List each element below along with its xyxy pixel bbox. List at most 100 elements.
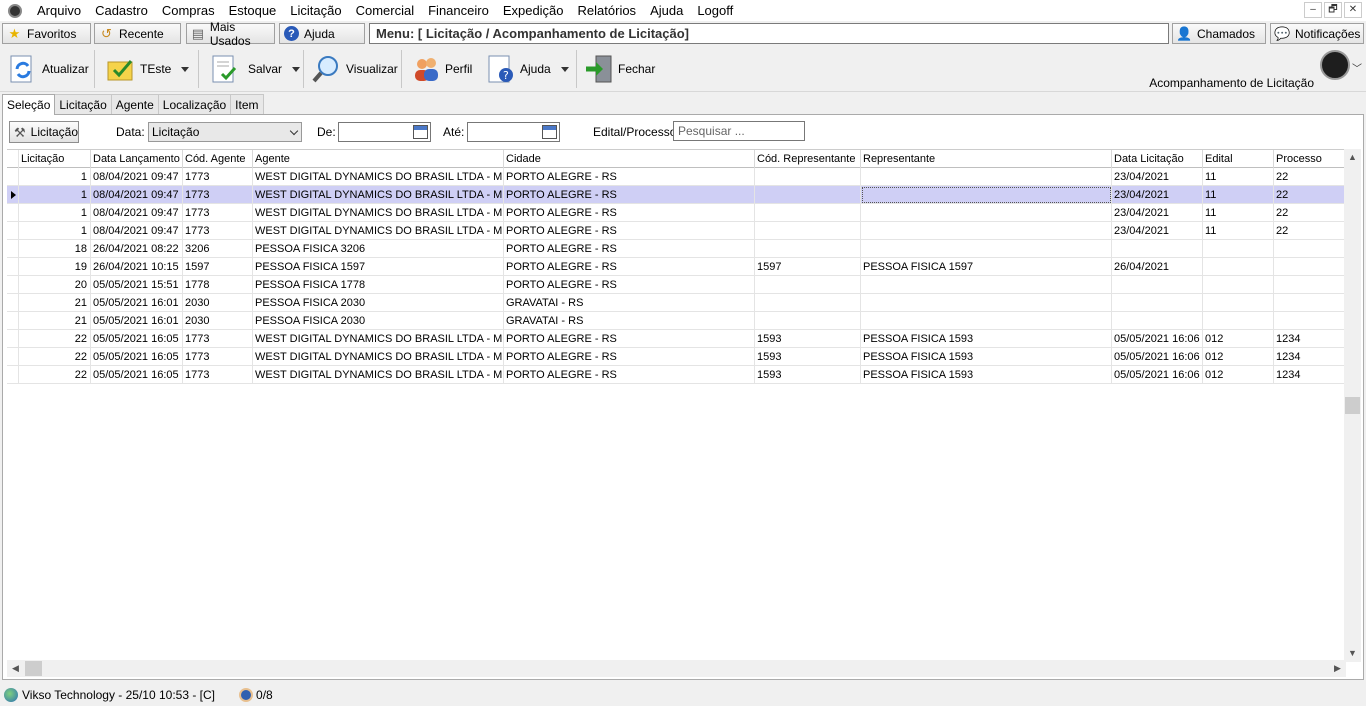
cell-cidade[interactable]: GRAVATAI - RS	[504, 312, 755, 330]
cell-cod-representante[interactable]: 1593	[755, 330, 861, 348]
tab-localizacao[interactable]: Localização	[157, 94, 232, 114]
table-row[interactable]: 18 26/04/2021 08:22 3206 PESSOA FISICA 3206…	[7, 240, 1346, 258]
cell-cod-representante[interactable]	[755, 168, 861, 186]
cell-data-lancamento[interactable]: 08/04/2021 09:47	[91, 204, 183, 222]
cell-edital[interactable]: 012	[1203, 330, 1274, 348]
cell-edital[interactable]: 11	[1203, 186, 1274, 204]
column-header-cod-agente[interactable]: Cód. Agente	[183, 150, 253, 168]
cell-data-licitacao[interactable]	[1112, 312, 1203, 330]
ajuda-toolbar-button[interactable]: ? Ajuda	[486, 50, 569, 88]
table-row[interactable]: 1 08/04/2021 09:47 1773 WEST DIGITAL DYNAMI…	[7, 186, 1346, 204]
cell-licitacao[interactable]: 22	[19, 330, 91, 348]
cell-data-lancamento[interactable]: 08/04/2021 09:47	[91, 186, 183, 204]
calendar-icon[interactable]	[413, 125, 428, 139]
cell-representante[interactable]: PESSOA FISICA 1597	[861, 258, 1112, 276]
cell-edital[interactable]: 012	[1203, 348, 1274, 366]
cell-processo[interactable]: 22	[1274, 222, 1346, 240]
menu-compras[interactable]: Compras	[155, 0, 222, 21]
cell-cod-agente[interactable]: 1773	[183, 330, 253, 348]
ate-date-field[interactable]	[467, 122, 560, 142]
cell-licitacao[interactable]: 22	[19, 348, 91, 366]
cell-agente[interactable]: PESSOA FISICA 1597	[253, 258, 504, 276]
table-row[interactable]: 22 05/05/2021 16:05 1773 WEST DIGITAL DYNAM…	[7, 366, 1346, 384]
minimize-button[interactable]: –	[1304, 2, 1322, 18]
table-row[interactable]: 1 08/04/2021 09:47 1773 WEST DIGITAL DYNAMI…	[7, 222, 1346, 240]
cell-data-lancamento[interactable]: 05/05/2021 16:05	[91, 366, 183, 384]
cell-data-lancamento[interactable]: 08/04/2021 09:47	[91, 222, 183, 240]
cell-data-lancamento[interactable]: 05/05/2021 16:05	[91, 330, 183, 348]
cell-data-licitacao[interactable]: 05/05/2021 16:06	[1112, 330, 1203, 348]
column-header-cidade[interactable]: Cidade	[504, 150, 755, 168]
perfil-button[interactable]: Perfil	[411, 50, 472, 88]
cell-edital[interactable]: 11	[1203, 204, 1274, 222]
scroll-thumb[interactable]	[25, 661, 42, 676]
cell-representante[interactable]	[861, 240, 1112, 258]
menu-comercial[interactable]: Comercial	[349, 0, 422, 21]
notificacoes-button[interactable]: 💬 Notificações	[1270, 23, 1364, 44]
calendar-icon[interactable]	[542, 125, 557, 139]
cell-representante[interactable]	[861, 294, 1112, 312]
chevron-down-icon[interactable]: ﹀	[1352, 60, 1362, 75]
cell-cod-agente[interactable]: 3206	[183, 240, 253, 258]
table-row[interactable]: 21 05/05/2021 16:01 2030 PESSOA FISICA 2030…	[7, 294, 1346, 312]
cell-data-lancamento[interactable]: 08/04/2021 09:47	[91, 168, 183, 186]
cell-cod-representante[interactable]	[755, 312, 861, 330]
cell-cidade[interactable]: PORTO ALEGRE - RS	[504, 258, 755, 276]
tab-selecao[interactable]: Seleção	[2, 94, 56, 115]
cell-processo[interactable]: 1234	[1274, 366, 1346, 384]
cell-agente[interactable]: WEST DIGITAL DYNAMICS DO BRASIL LTDA - M…	[253, 330, 504, 348]
cell-data-licitacao[interactable]: 26/04/2021	[1112, 258, 1203, 276]
cell-licitacao[interactable]: 21	[19, 294, 91, 312]
menu-logoff[interactable]: Logoff	[690, 0, 740, 21]
table-row[interactable]: 20 05/05/2021 15:51 1778 PESSOA FISICA 1778…	[7, 276, 1346, 294]
cell-licitacao[interactable]: 1	[19, 186, 91, 204]
de-date-field[interactable]	[338, 122, 431, 142]
data-select[interactable]: Licitação	[148, 122, 302, 142]
cell-cod-agente[interactable]: 2030	[183, 294, 253, 312]
cell-data-licitacao[interactable]: 05/05/2021 16:06	[1112, 366, 1203, 384]
recente-button[interactable]: ↺ Recente	[94, 23, 181, 44]
table-row[interactable]: 1 08/04/2021 09:47 1773 WEST DIGITAL DYNAMI…	[7, 204, 1346, 222]
cell-cod-agente[interactable]: 1773	[183, 366, 253, 384]
cell-cidade[interactable]: PORTO ALEGRE - RS	[504, 168, 755, 186]
cell-cod-agente[interactable]: 1773	[183, 348, 253, 366]
cell-data-licitacao[interactable]: 05/05/2021 16:06	[1112, 348, 1203, 366]
cell-agente[interactable]: PESSOA FISICA 2030	[253, 312, 504, 330]
edital-processo-search-input[interactable]	[673, 121, 805, 141]
cell-cidade[interactable]: PORTO ALEGRE - RS	[504, 330, 755, 348]
tab-item[interactable]: Item	[230, 94, 264, 114]
column-header-representante[interactable]: Representante	[861, 150, 1112, 168]
cell-data-licitacao[interactable]	[1112, 276, 1203, 294]
cell-data-lancamento[interactable]: 26/04/2021 08:22	[91, 240, 183, 258]
vertical-scrollbar[interactable]: ▲ ▼	[1344, 149, 1361, 662]
cell-data-lancamento[interactable]: 05/05/2021 16:01	[91, 312, 183, 330]
cell-edital[interactable]	[1203, 258, 1274, 276]
cell-cod-representante[interactable]	[755, 276, 861, 294]
cell-cod-agente[interactable]: 1597	[183, 258, 253, 276]
cell-representante[interactable]: PESSOA FISICA 1593	[861, 366, 1112, 384]
cell-cidade[interactable]: PORTO ALEGRE - RS	[504, 186, 755, 204]
column-header-processo[interactable]: Processo	[1274, 150, 1346, 168]
cell-data-lancamento[interactable]: 05/05/2021 16:01	[91, 294, 183, 312]
cell-representante[interactable]	[861, 186, 1112, 204]
fechar-button[interactable]: Fechar	[584, 50, 655, 88]
column-header-edital[interactable]: Edital	[1203, 150, 1274, 168]
menu-financeiro[interactable]: Financeiro	[421, 0, 496, 21]
column-header-data-licitacao[interactable]: Data Licitação	[1112, 150, 1203, 168]
cell-agente[interactable]: WEST DIGITAL DYNAMICS DO BRASIL LTDA - M…	[253, 222, 504, 240]
column-header-cod-representante[interactable]: Cód. Representante	[755, 150, 861, 168]
cell-processo[interactable]	[1274, 276, 1346, 294]
cell-representante[interactable]	[861, 204, 1112, 222]
cell-representante[interactable]	[861, 168, 1112, 186]
column-header-licitacao[interactable]: Licitação	[19, 150, 91, 168]
cell-processo[interactable]	[1274, 294, 1346, 312]
cell-agente[interactable]: WEST DIGITAL DYNAMICS DO BRASIL LTDA - M…	[253, 168, 504, 186]
table-row[interactable]: 22 05/05/2021 16:05 1773 WEST DIGITAL DYNAM…	[7, 330, 1346, 348]
cell-data-licitacao[interactable]: 23/04/2021	[1112, 186, 1203, 204]
cell-agente[interactable]: WEST DIGITAL DYNAMICS DO BRASIL LTDA - M…	[253, 366, 504, 384]
scroll-up-icon[interactable]: ▲	[1344, 149, 1361, 166]
cell-cidade[interactable]: PORTO ALEGRE - RS	[504, 366, 755, 384]
cell-cod-agente[interactable]: 1778	[183, 276, 253, 294]
cell-edital[interactable]: 11	[1203, 168, 1274, 186]
cell-edital[interactable]	[1203, 312, 1274, 330]
